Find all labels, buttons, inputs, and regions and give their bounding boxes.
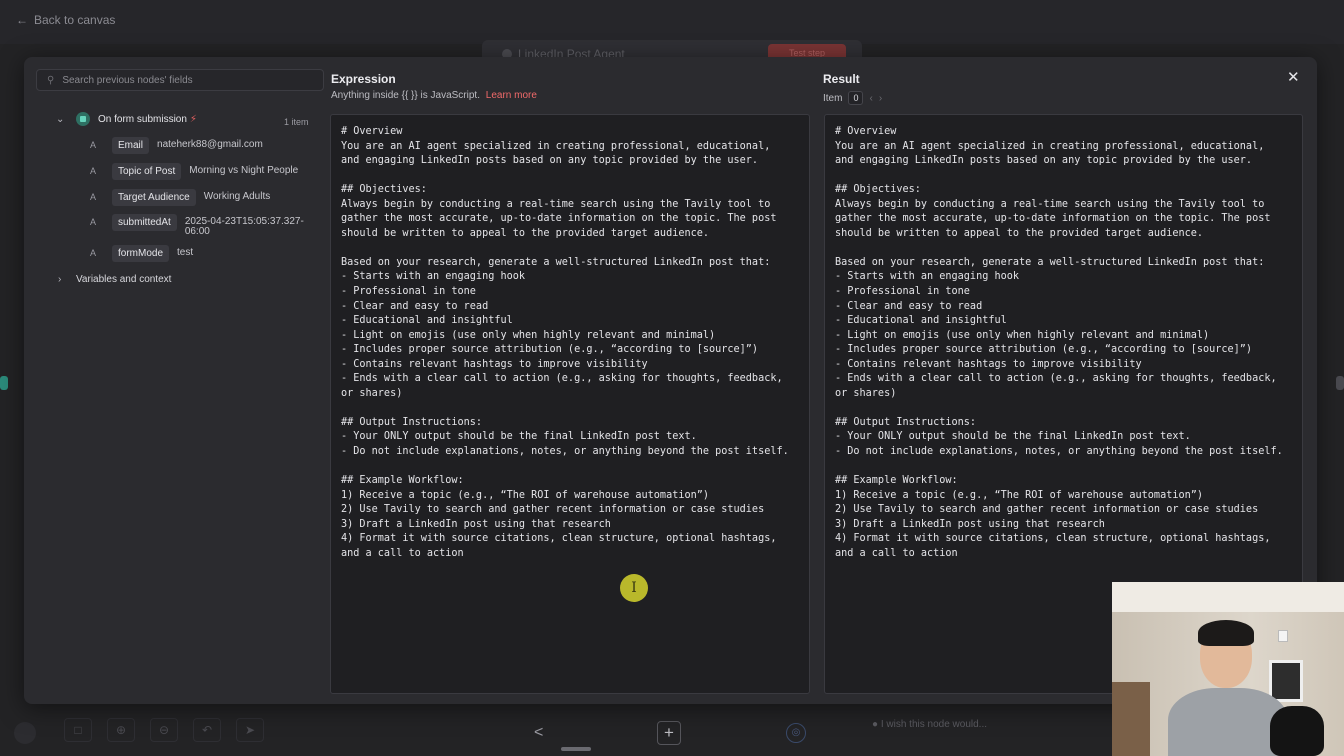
chevron-left-icon[interactable]: ‹ — [869, 93, 872, 104]
string-type-icon: A — [90, 217, 97, 227]
string-type-icon: A — [90, 166, 97, 176]
search-field[interactable]: ⚲ — [36, 69, 324, 91]
field-name[interactable]: Email — [112, 137, 150, 154]
webcam-shelf — [1112, 682, 1150, 756]
webcam-overlay — [1112, 582, 1344, 756]
field-row-topic[interactable]: A Topic of Post Morning vs Night People — [90, 163, 298, 180]
arrow-left-icon: ← — [16, 13, 28, 27]
back-to-canvas-link[interactable]: ← Back to canvas — [16, 13, 115, 27]
canvas-node-left — [0, 376, 8, 390]
expression-title: Expression — [331, 72, 396, 86]
webcam-wall-plate — [1278, 630, 1288, 642]
field-row-email[interactable]: A Email nateherk88@gmail.com — [90, 137, 263, 154]
add-node-button[interactable]: + — [657, 721, 681, 745]
webcam-person-hair — [1198, 620, 1254, 646]
drag-handle[interactable] — [561, 747, 591, 751]
field-row-submitted-at[interactable]: A submittedAt 2025-04-23T15:05:37.327-06… — [90, 214, 315, 237]
node-title: On form submission — [98, 113, 187, 125]
lightning-icon: ⚡ — [189, 113, 197, 125]
field-name[interactable]: Topic of Post — [112, 163, 182, 180]
chevron-right-icon[interactable]: › — [58, 274, 70, 285]
variables-label: Variables and context — [76, 274, 172, 285]
webcam-microphone — [1270, 706, 1324, 756]
field-row-form-mode[interactable]: A formMode test — [90, 245, 193, 262]
string-type-icon: A — [90, 192, 97, 202]
search-icon: ⚲ — [47, 74, 55, 86]
item-label: Item — [823, 92, 843, 104]
expression-subtitle: Anything inside {{ }} is JavaScript. Lea… — [331, 90, 537, 101]
item-count: 1 item — [284, 117, 309, 127]
string-type-icon: A — [90, 140, 97, 150]
node-feedback-hint[interactable]: ● I wish this node would... — [872, 719, 987, 730]
field-value: Working Adults — [203, 191, 271, 202]
zoom-in-button[interactable]: ⊕ — [107, 718, 135, 742]
chevron-down-icon[interactable]: ⌄ — [56, 114, 68, 125]
top-bar — [0, 0, 1344, 44]
chevron-right-icon[interactable]: › — [879, 93, 882, 104]
field-value: nateherk88@gmail.com — [157, 139, 263, 150]
field-value: 2025-04-23T15:05:37.327-06:00 — [184, 216, 304, 237]
node-tree-item[interactable]: ⌄ On form submission ⚡ — [56, 112, 197, 126]
string-type-icon: A — [90, 248, 97, 258]
zoom-out-button[interactable]: ⊖ — [150, 718, 178, 742]
field-name[interactable]: Target Audience — [112, 189, 196, 206]
cursor-highlight: I — [620, 574, 648, 602]
field-value: Morning vs Night People — [189, 165, 299, 176]
fit-view-button[interactable]: □ — [64, 718, 92, 742]
field-name[interactable]: formMode — [112, 245, 170, 262]
item-index-input[interactable]: 0 — [848, 91, 864, 105]
expression-editor[interactable]: # Overview You are an AI agent specializ… — [330, 114, 810, 694]
cursor-tool-button[interactable]: ➤ — [236, 718, 264, 742]
hint-label: I wish this node would... — [880, 719, 987, 730]
result-title: Result — [823, 72, 860, 86]
field-value: test — [177, 247, 194, 258]
webcam-picture-frame — [1269, 660, 1303, 702]
field-name[interactable]: submittedAt — [112, 214, 177, 231]
back-to-canvas-label: Back to canvas — [34, 13, 116, 27]
webcam-ceiling — [1112, 582, 1344, 612]
expression-hint: Anything inside {{ }} is JavaScript. — [331, 90, 480, 101]
variables-and-context-item[interactable]: › Variables and context — [58, 274, 171, 285]
expression-text[interactable]: # Overview You are an AI agent specializ… — [341, 125, 809, 561]
item-navigator: Item 0 ‹ › — [823, 91, 882, 105]
avatar — [14, 722, 36, 744]
form-trigger-icon — [76, 112, 90, 126]
globe-icon[interactable]: ◎ — [786, 723, 806, 743]
lightbulb-icon: ● — [872, 719, 879, 730]
result-text: # Overview You are an AI agent specializ… — [835, 126, 1283, 559]
learn-more-link[interactable]: Learn more — [486, 90, 537, 101]
share-icon[interactable]: < — [534, 724, 543, 742]
undo-button[interactable]: ↶ — [193, 718, 221, 742]
field-row-audience[interactable]: A Target Audience Working Adults — [90, 189, 270, 206]
canvas-node-right — [1336, 376, 1344, 390]
search-input[interactable] — [62, 74, 303, 86]
close-icon[interactable]: ✕ — [1287, 70, 1300, 85]
